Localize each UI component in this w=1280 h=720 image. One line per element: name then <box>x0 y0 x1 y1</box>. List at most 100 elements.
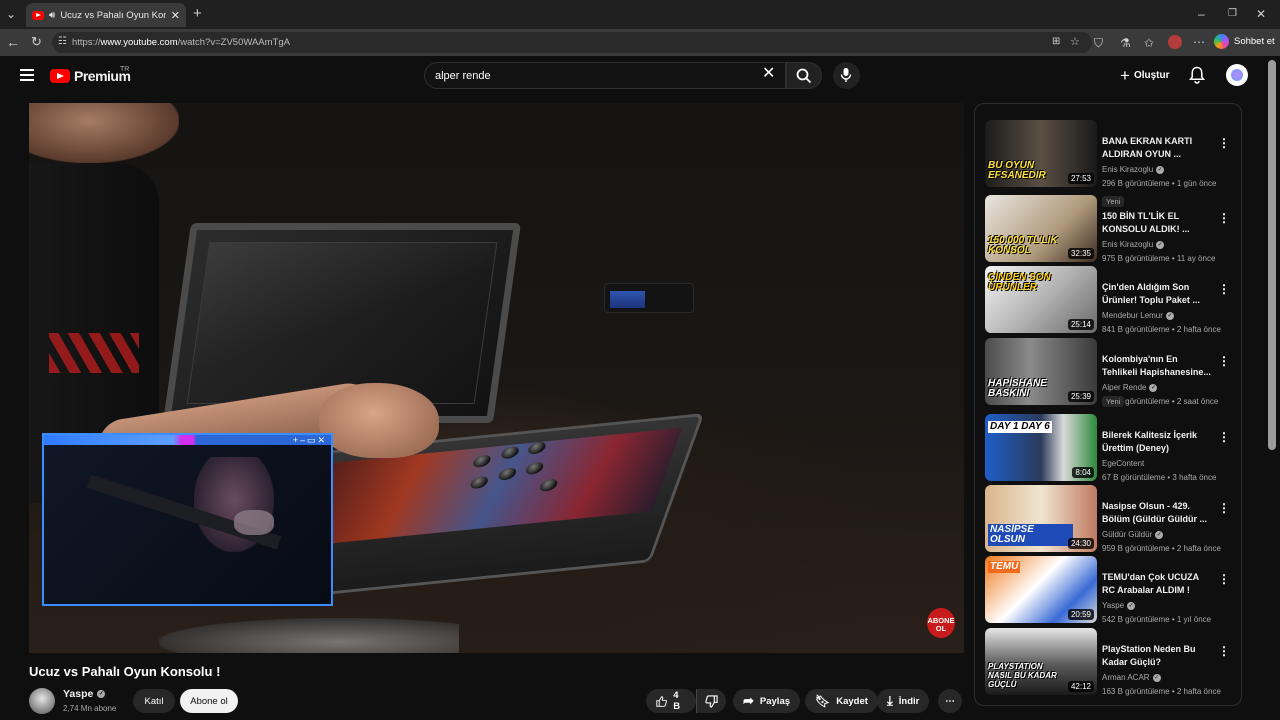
more-vertical-icon[interactable]: ⋮ <box>1218 502 1230 514</box>
page-scrollbar[interactable] <box>1268 60 1276 450</box>
window-close-icon[interactable]: ✕ <box>1256 7 1266 21</box>
like-button[interactable]: 4 B <box>646 689 696 713</box>
channel-name-row[interactable]: Yaspe ✓ <box>63 688 106 700</box>
menu-icon[interactable] <box>20 69 34 81</box>
app-available-icon[interactable]: ⊞ <box>1052 35 1060 49</box>
thumbnail-caption: HAPİSHANE BASKINI <box>988 378 1047 399</box>
subscribe-watermark[interactable]: ABONE OL <box>927 608 955 638</box>
recommendation-channel: EgeContent <box>1102 459 1144 468</box>
minimize-icon[interactable]: – <box>1198 7 1205 21</box>
clear-search-icon[interactable]: ✕ <box>762 65 775 83</box>
extensions-icon[interactable]: ⚗ <box>1120 36 1131 50</box>
recommendation-item[interactable]: TEMU 20:59 TEMU'dan Çok UCUZA RC Arabala… <box>985 556 1240 626</box>
create-button[interactable]: + Oluştur <box>1112 62 1178 89</box>
thumbs-down-icon <box>705 694 718 708</box>
channel-name: Yaspe <box>63 688 94 700</box>
reload-icon[interactable]: ↻ <box>31 35 42 49</box>
video-scene-lid-glass <box>186 242 498 404</box>
more-menu-icon[interactable]: ⋯ <box>1193 35 1205 49</box>
back-icon[interactable]: ← <box>6 35 20 49</box>
channel-avatar[interactable] <box>29 688 55 714</box>
video-thumbnail[interactable]: PLAYSTATION NASIL BU KADAR GÜÇLÜ 42:12 <box>985 628 1097 695</box>
tab-list-icon[interactable]: ⌄ <box>6 7 16 21</box>
recommendation-title: BANA EKRAN KARTI ALDIRAN OYUN ... <box>1102 136 1193 159</box>
notifications-bell-icon[interactable] <box>1189 66 1205 84</box>
browser-essentials-icon[interactable]: ⛉ <box>1094 36 1103 50</box>
recommendation-title: Nasipse Olsun - 429. Bölüm (Güldür Güldü… <box>1102 501 1207 524</box>
recommendation-channel: Yaspe ✓ <box>1102 601 1136 610</box>
download-button[interactable]: ⤓ İndir <box>877 689 930 713</box>
account-avatar[interactable] <box>1226 64 1248 86</box>
recommendation-title: PlayStation Neden Bu Kadar Güçlü? <box>1102 644 1196 667</box>
video-thumbnail[interactable]: DAY 1 DAY 6 8:04 <box>985 414 1097 481</box>
video-thumbnail[interactable]: ÇİNDEN SON ÜRÜNLER 25:14 <box>985 266 1097 333</box>
speaker-icon[interactable]: 🔊︎ <box>49 10 55 21</box>
favorites-icon[interactable]: ✩ <box>1144 36 1154 50</box>
new-tab-icon[interactable]: + <box>193 6 202 21</box>
view-count: 67 B görüntüleme <box>1102 473 1166 482</box>
tab-close-icon[interactable]: ✕ <box>171 9 180 22</box>
search-button[interactable] <box>786 62 822 89</box>
thumbs-up-icon <box>656 695 667 707</box>
favorite-star-icon[interactable]: ☆ <box>1070 35 1080 49</box>
url-prefix: https:// <box>72 37 101 48</box>
site-info-icon[interactable]: ☷ <box>58 35 67 49</box>
tab-title: Ucuz vs Pahalı Oyun Konsolu <box>60 9 165 21</box>
recommendation-title: Çin'den Aldığım Son Ürünler! Toplu Paket… <box>1102 282 1200 305</box>
download-label: İndir <box>898 695 920 707</box>
maximize-icon[interactable]: ❐ <box>1228 7 1237 21</box>
recommendation-meta: 841 B görüntüleme • 2 hafta önce <box>1102 325 1221 334</box>
save-button[interactable]: 🔖︎ Kaydet <box>805 689 878 713</box>
duration-badge: 32:35 <box>1067 248 1094 259</box>
video-player[interactable]: +–▭✕ ABONE OL <box>29 103 964 653</box>
recommendation-meta: 975 B görüntüleme • 11 ay önce <box>1102 254 1216 263</box>
thumbnail-caption: ÇİNDEN SON ÜRÜNLER <box>988 272 1051 293</box>
more-vertical-icon[interactable]: ⋮ <box>1218 431 1230 443</box>
voice-search-button[interactable] <box>833 62 860 89</box>
video-scene-hand <box>319 383 439 458</box>
share-button[interactable]: ➦ Paylaş <box>733 689 801 713</box>
recommendation-title: Kolombiya'nın En Tehlikeli Hapishanesine… <box>1102 354 1211 377</box>
duration-badge: 27:53 <box>1067 173 1094 184</box>
video-thumbnail[interactable]: TEMU 20:59 <box>985 556 1097 623</box>
video-scene-shirt-print <box>49 333 139 373</box>
view-count: 296 B görüntüleme <box>1102 179 1170 188</box>
dislike-button[interactable] <box>696 689 726 713</box>
subscribe-button[interactable]: Abone ol <box>180 689 238 713</box>
recommendation-item[interactable]: PLAYSTATION NASIL BU KADAR GÜÇLÜ 42:12 P… <box>985 628 1240 698</box>
search-input[interactable]: alper rende <box>424 62 786 89</box>
recommendation-item[interactable]: 150.000 TL'LIK KONSOL 32:35 150 BİN TL'L… <box>985 195 1240 265</box>
more-actions-button[interactable]: ⋯ <box>938 689 962 713</box>
thumbnail-caption: DAY 1 DAY 6 <box>988 421 1052 433</box>
recommendation-item[interactable]: NASİPSE OLSUN 24:30 Nasipse Olsun - 429.… <box>985 485 1240 555</box>
browser-tab[interactable]: 🔊︎ Ucuz vs Pahalı Oyun Konsolu ✕ <box>26 3 186 27</box>
video-thumbnail[interactable]: 150.000 TL'LIK KONSOL 32:35 <box>985 195 1097 262</box>
more-vertical-icon[interactable]: ⋮ <box>1218 212 1230 224</box>
region-code: TR <box>120 66 130 73</box>
more-vertical-icon[interactable]: ⋮ <box>1218 355 1230 367</box>
subscriber-count: 2,74 Mn abone <box>63 704 117 713</box>
video-thumbnail[interactable]: NASİPSE OLSUN 24:30 <box>985 485 1097 552</box>
more-vertical-icon[interactable]: ⋮ <box>1218 573 1230 585</box>
youtube-logo[interactable]: Premium <box>50 68 131 84</box>
profile-icon[interactable] <box>1168 35 1182 49</box>
recommendation-item[interactable]: BU OYUN EFSANEDIR 27:53 BANA EKRAN KARTI… <box>985 120 1240 207</box>
video-thumbnail[interactable]: BU OYUN EFSANEDIR 27:53 <box>985 120 1097 187</box>
verified-check-icon: ✓ <box>1156 165 1165 174</box>
recommendation-item[interactable]: ÇİNDEN SON ÜRÜNLER 25:14 Çin'den Aldığım… <box>985 266 1240 336</box>
more-vertical-icon[interactable]: ⋮ <box>1218 283 1230 295</box>
video-thumbnail[interactable]: HAPİSHANE BASKINI 25:39 <box>985 338 1097 405</box>
recommendation-item[interactable]: HAPİSHANE BASKINI 25:39 Kolombiya'nın En… <box>985 338 1240 408</box>
verified-check-icon: ✓ <box>1127 601 1136 610</box>
duration-badge: 24:30 <box>1067 538 1094 549</box>
copilot-button[interactable]: Sohbet et <box>1214 34 1275 49</box>
channel-label: Yaspe <box>1102 601 1125 610</box>
more-vertical-icon[interactable]: ⋮ <box>1218 137 1230 149</box>
duration-badge: 8:04 <box>1072 467 1094 478</box>
url-field[interactable]: ☷ https://www.youtube.com/watch?v=ZV50WA… <box>52 32 1092 53</box>
view-count: 959 B görüntüleme <box>1102 544 1170 553</box>
view-count: 163 B görüntüleme <box>1102 687 1170 696</box>
recommendation-item[interactable]: DAY 1 DAY 6 8:04 Bilerek Kalitesiz İçeri… <box>985 414 1240 484</box>
more-vertical-icon[interactable]: ⋮ <box>1218 645 1230 657</box>
join-button[interactable]: Katıl <box>133 689 175 713</box>
